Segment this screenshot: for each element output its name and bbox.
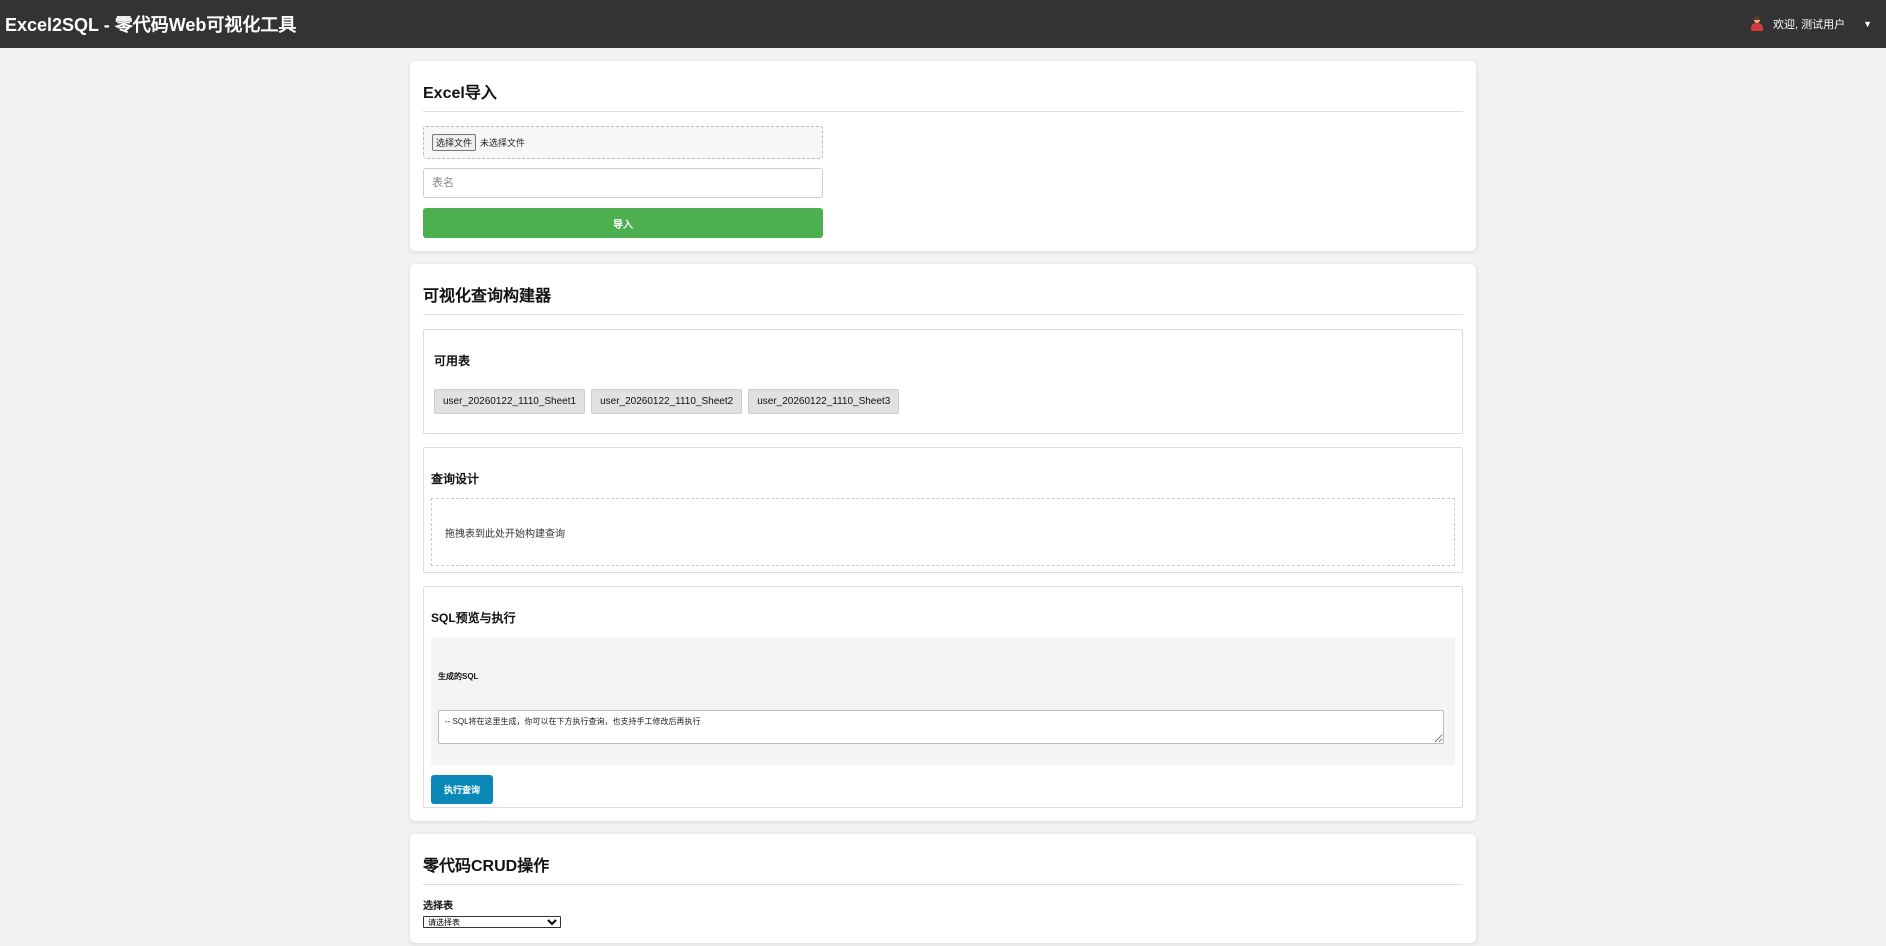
crud-title: 零代码CRUD操作 xyxy=(423,848,1463,885)
user-avatar-icon xyxy=(1750,16,1763,31)
query-design-title: 查询设计 xyxy=(431,472,480,486)
dropdown-caret-icon[interactable]: ▼ xyxy=(1863,19,1872,29)
query-builder-card: 可视化查询构建器 可用表 user_20260122_1110_Sheet1 u… xyxy=(410,264,1476,821)
available-tables-title: 可用表 xyxy=(434,354,471,368)
drop-hint-text: 拖拽表到此处开始构建查询 xyxy=(445,528,565,540)
select-table-label: 选择表 xyxy=(423,901,453,912)
table-chip-list: user_20260122_1110_Sheet1 user_20260122_… xyxy=(434,389,1452,414)
sql-preview-title: SQL预览与执行 xyxy=(431,611,516,625)
table-chip[interactable]: user_20260122_1110_Sheet1 xyxy=(434,389,586,414)
excel-import-title: Excel导入 xyxy=(423,75,1463,112)
table-select[interactable]: 请选择表 xyxy=(423,916,561,928)
table-chip[interactable]: user_20260122_1110_Sheet3 xyxy=(748,389,900,414)
user-menu[interactable]: 欢迎, 测试用户 ▼ xyxy=(1750,16,1872,32)
table-chip[interactable]: user_20260122_1110_Sheet2 xyxy=(591,389,743,414)
file-status-text: 未选择文件 xyxy=(480,138,526,148)
available-tables-panel: 可用表 user_20260122_1110_Sheet1 user_20260… xyxy=(423,329,1463,434)
query-drop-zone[interactable]: 拖拽表到此处开始构建查询 xyxy=(431,498,1455,566)
crud-card: 零代码CRUD操作 选择表 请选择表 xyxy=(410,834,1476,943)
execute-query-button[interactable]: 执行查询 xyxy=(431,775,494,804)
query-design-panel: 查询设计 拖拽表到此处开始构建查询 xyxy=(423,447,1463,573)
query-builder-title: 可视化查询构建器 xyxy=(423,278,1463,315)
sql-preview-panel: SQL预览与执行 生成的SQL -- SQL将在这里生成，你可以在下方执行查询，… xyxy=(423,586,1463,808)
welcome-text: 欢迎, 测试用户 xyxy=(1772,19,1846,31)
excel-import-card: Excel导入 选择文件 未选择文件 导入 xyxy=(410,61,1476,251)
generated-sql-label: 生成的SQL xyxy=(438,672,479,681)
file-upload-zone[interactable]: 选择文件 未选择文件 xyxy=(423,126,823,159)
top-navbar: Excel2SQL - 零代码Web可视化工具 欢迎, 测试用户 ▼ xyxy=(0,0,1886,48)
app-title: Excel2SQL - 零代码Web可视化工具 xyxy=(5,15,297,35)
sql-textarea[interactable]: -- SQL将在这里生成，你可以在下方执行查询，也支持手工修改后再执行 xyxy=(438,710,1444,744)
main-content: Excel导入 选择文件 未选择文件 导入 可视化查询构建器 可用表 user_… xyxy=(410,61,1476,943)
sql-preview-area: 生成的SQL -- SQL将在这里生成，你可以在下方执行查询，也支持手工修改后再… xyxy=(431,637,1455,765)
choose-file-button[interactable]: 选择文件 xyxy=(432,134,477,151)
import-button[interactable]: 导入 xyxy=(423,208,823,238)
table-name-input[interactable] xyxy=(423,168,823,198)
